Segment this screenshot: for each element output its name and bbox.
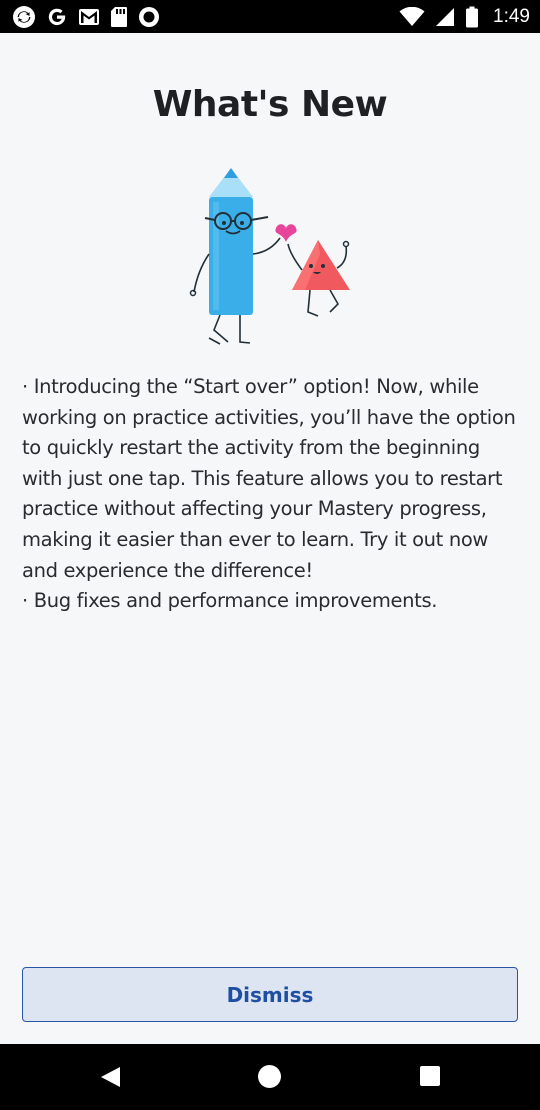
signal-icon: [435, 7, 455, 27]
recents-icon[interactable]: [420, 1066, 440, 1086]
release-notes: · Introducing the “Start over” option! N…: [22, 372, 522, 617]
navigation-bar: [0, 1044, 540, 1110]
status-right: 1:49: [399, 6, 530, 28]
sd-card-icon: [110, 6, 128, 28]
page-title: What's New: [152, 84, 388, 125]
dismiss-button[interactable]: Dismiss: [22, 967, 518, 1022]
gmail-icon: [78, 8, 100, 26]
release-note-bug-fixes: · Bug fixes and performance improvements…: [22, 589, 438, 613]
home-icon[interactable]: [258, 1065, 281, 1088]
google-icon: [46, 6, 68, 28]
sync-icon: [12, 5, 36, 29]
battery-icon: [465, 6, 479, 28]
status-bar: 1:49: [0, 0, 540, 33]
wifi-icon: [399, 6, 425, 27]
back-icon[interactable]: [98, 1065, 122, 1093]
pencil-and-triangle-illustration: [180, 162, 360, 352]
status-time: 1:49: [493, 5, 530, 27]
status-left: [12, 5, 160, 29]
record-icon: [138, 6, 160, 28]
release-note-start-over: · Introducing the “Start over” option! N…: [22, 375, 516, 582]
